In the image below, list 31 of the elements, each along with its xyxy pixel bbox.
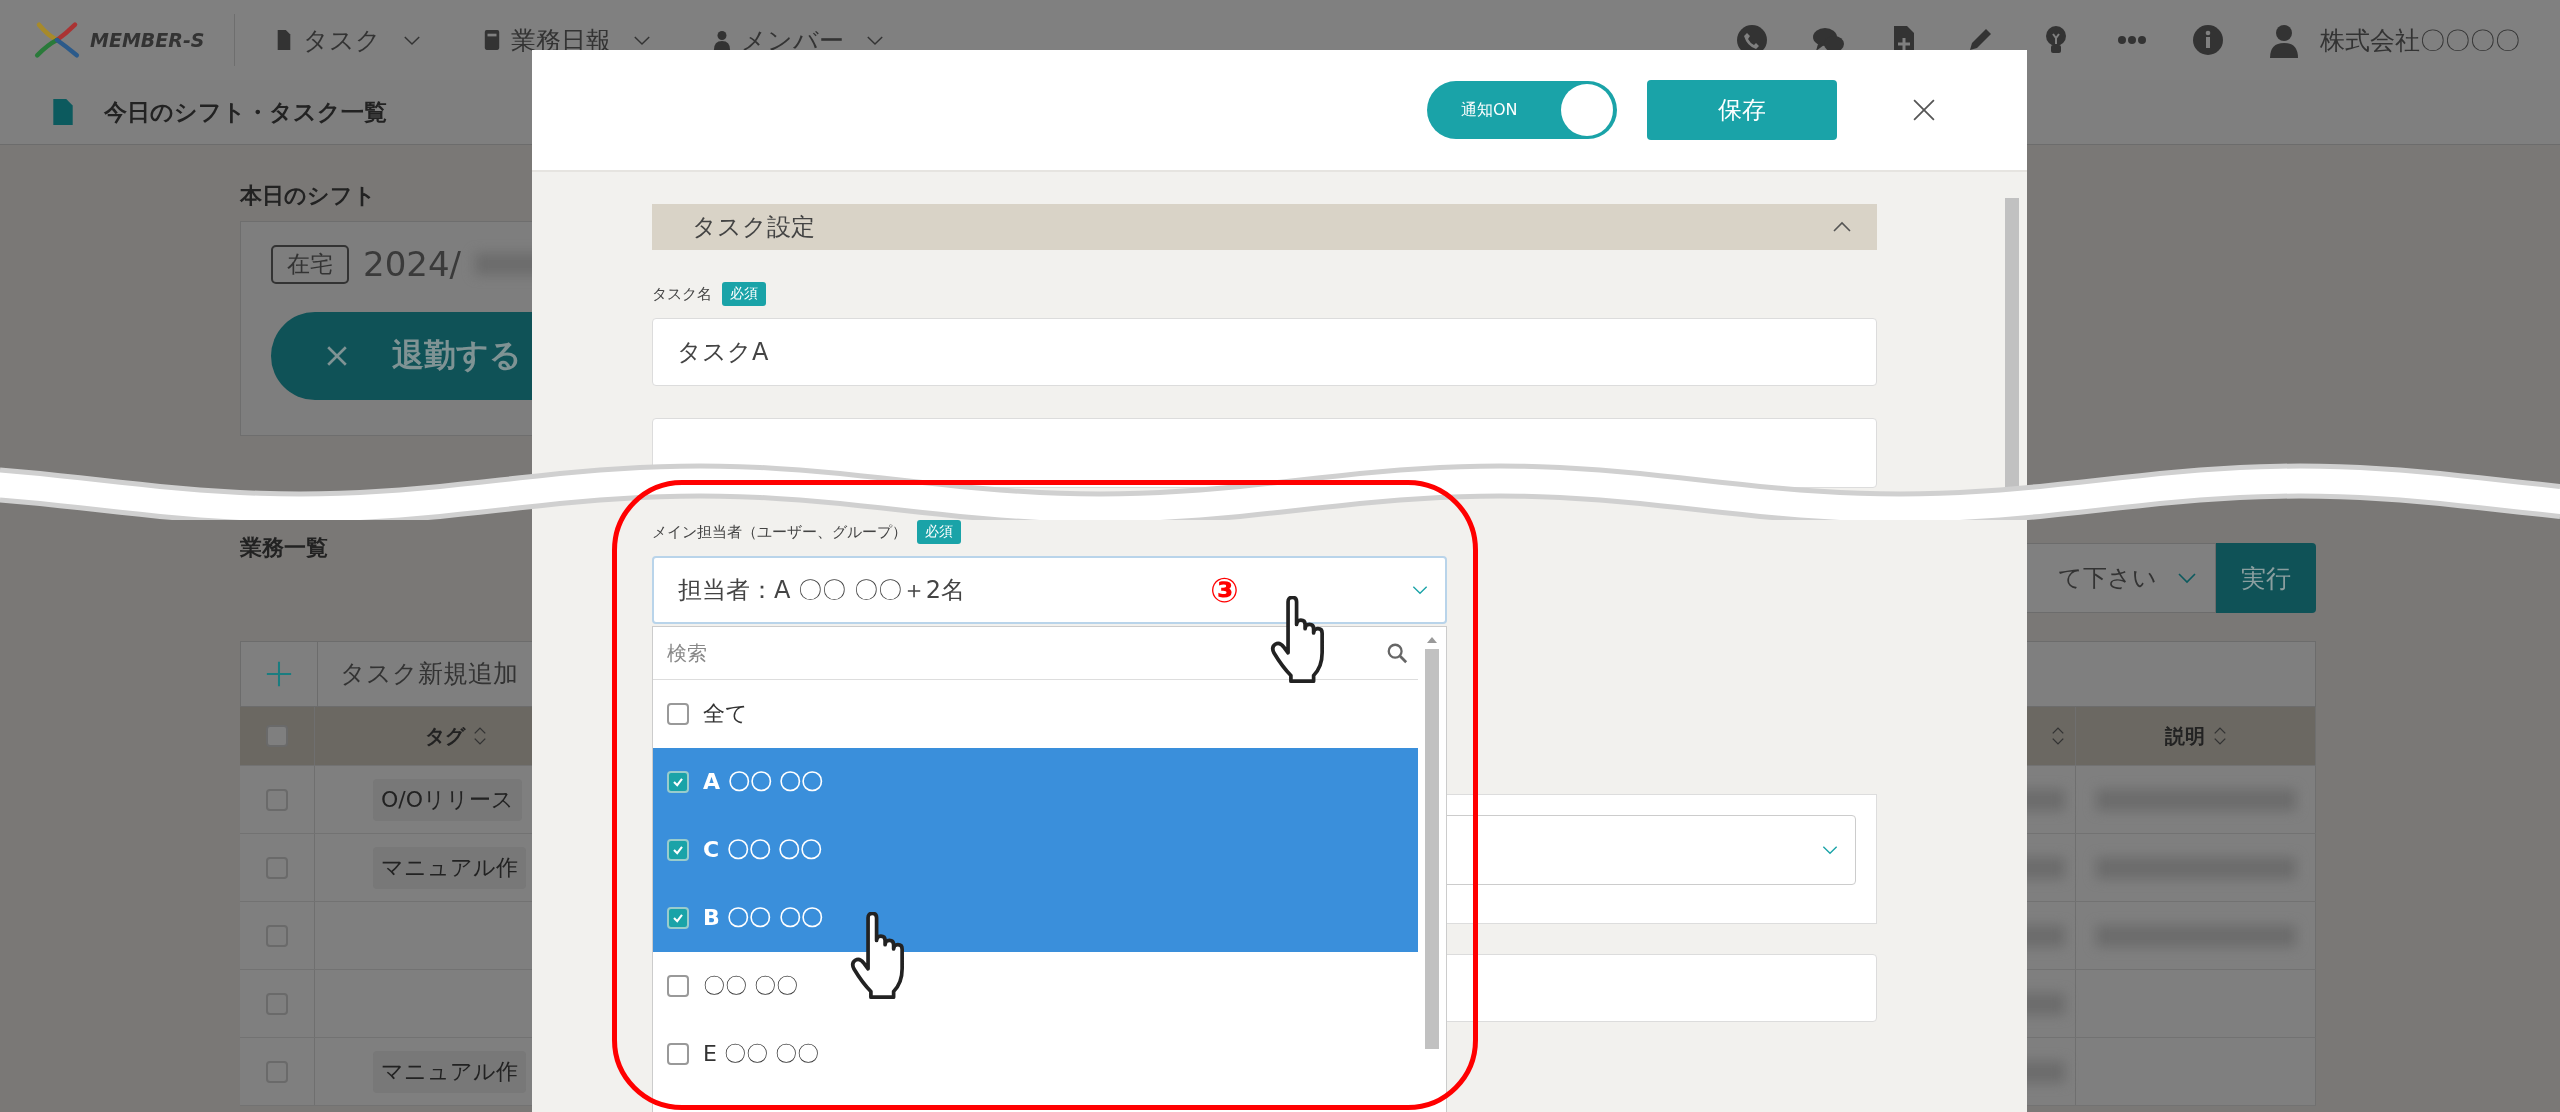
nav-menu[interactable]: タスク [275,23,422,57]
tag-label: マニュアル作 [373,1050,526,1093]
dropdown-option[interactable]: 全て [653,680,1418,748]
search-field[interactable]: 検索 [653,640,1386,666]
tag-label: O/Oリリース [373,778,523,821]
field-label: タスク名 [652,284,712,304]
tag-label: マニュアル作 [373,846,526,889]
dropdown-option[interactable]: 〇〇 〇〇 [653,952,1418,1020]
dropdown-option[interactable]: E 〇〇 〇〇 [653,1020,1418,1088]
dropdown-option[interactable]: A 〇〇 〇〇 [653,748,1418,816]
column-header[interactable]: タグ [425,722,465,750]
notification-toggle[interactable]: 通知ON [1427,81,1617,139]
company-name[interactable]: 株式会社〇〇〇〇 [2320,23,2520,57]
save-button[interactable]: 保存 [1647,80,1837,140]
step-number: ③ [1210,570,1239,610]
dropdown-option[interactable]: B 〇〇 〇〇 [653,884,1418,952]
section-header[interactable]: タスク設定 [652,204,1877,250]
shift-date: 2024/ [363,244,461,284]
column-header[interactable]: 説明 [2164,722,2205,750]
status-badge: 在宅 [271,244,349,284]
input-field[interactable]: タスクA [652,318,1877,386]
page-title: 今日のシフト・タスク一覧 [104,97,387,127]
logo-text: MEMBER-S [90,29,205,51]
section-heading: 本日のシフト [240,182,376,210]
required-badge: 必須 [722,282,766,306]
required-badge: 必須 [917,520,961,544]
field-label: メイン担当者（ユーザー、グループ） [652,522,907,542]
nav-menu[interactable]: メンバー [713,23,885,57]
run-button[interactable]: 実行 [2216,543,2316,613]
section-heading: 業務一覧 [240,534,328,562]
dropdown-option[interactable]: C 〇〇 〇〇 [653,816,1418,884]
